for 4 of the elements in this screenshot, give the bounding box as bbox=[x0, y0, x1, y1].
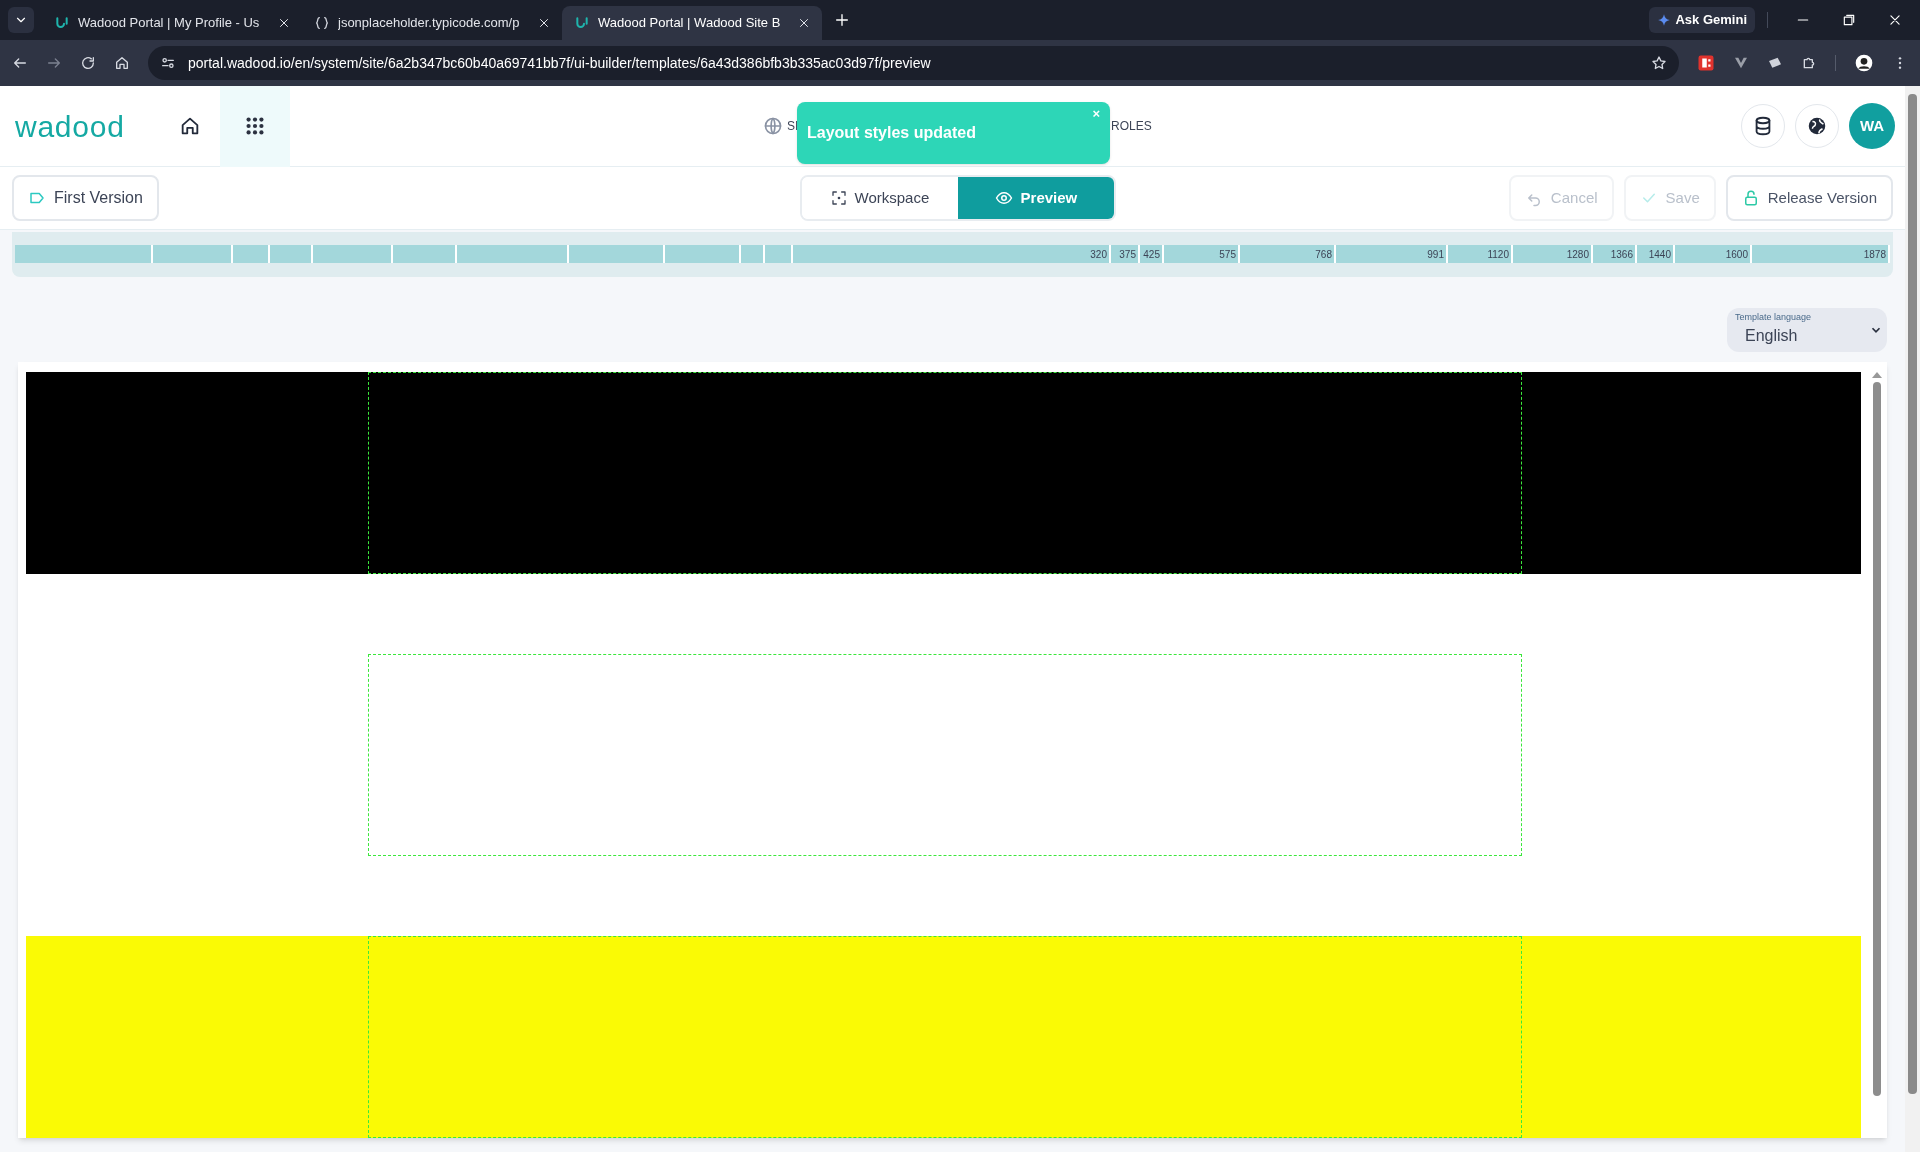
tab-title: Wadood Portal | My Profile - Us bbox=[78, 14, 261, 33]
tab-title: Wadood Portal | Wadood Site B bbox=[598, 14, 782, 33]
toast-message: Layout styles updated bbox=[807, 123, 976, 143]
tab-title: jsonplaceholder.typicode.com/p bbox=[338, 14, 521, 33]
